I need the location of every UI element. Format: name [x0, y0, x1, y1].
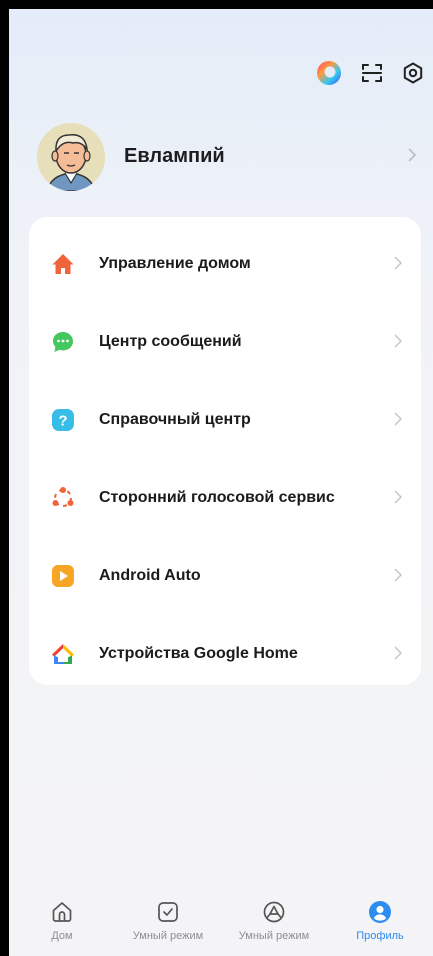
google-home-icon	[51, 642, 75, 666]
chevron-right-icon	[407, 147, 417, 168]
header-actions	[293, 59, 433, 99]
tab-smart-mode-automation[interactable]: Умный режим	[221, 900, 327, 956]
screen: Евлампий Управление домом Центр сообщени…	[9, 9, 433, 956]
assistant-logo-icon[interactable]	[315, 59, 343, 87]
help-icon: ?	[51, 408, 75, 432]
checkbox-icon	[158, 902, 178, 922]
avatar[interactable]	[37, 123, 105, 191]
chevron-right-icon	[393, 255, 403, 276]
tab-label: Умный режим	[238, 930, 310, 942]
menu-item-help-center[interactable]: ? Справочный центр	[29, 381, 421, 459]
tab-smart-mode[interactable]: Умный режим	[115, 900, 221, 956]
menu-item-label: Android Auto	[99, 567, 201, 584]
settings-icon[interactable]	[399, 59, 427, 87]
tab-profile[interactable]: Профиль	[327, 900, 433, 956]
chevron-right-icon	[393, 411, 403, 432]
bottom-tab-bar: Дом Умный режим Умный режим Профиль	[9, 896, 433, 956]
home-outline-icon	[52, 902, 72, 922]
automation-icon	[263, 901, 285, 923]
chevron-right-icon	[393, 333, 403, 354]
menu-item-voice-service[interactable]: Сторонний голосовой сервис	[29, 459, 421, 537]
scan-icon[interactable]	[358, 59, 386, 87]
svg-text:?: ?	[58, 413, 67, 430]
chevron-right-icon	[393, 645, 403, 666]
chevron-right-icon	[393, 567, 403, 588]
menu-item-label: Центр сообщений	[99, 333, 242, 350]
tab-label: Профиль	[356, 930, 404, 942]
menu-item-google-home[interactable]: Устройства Google Home	[29, 615, 421, 693]
tab-label: Дом	[51, 930, 73, 942]
menu-item-label: Сторонний голосовой сервис	[99, 489, 335, 506]
profile-header[interactable]: Евлампий	[37, 115, 433, 195]
voice-service-icon	[51, 486, 75, 510]
tab-label: Умный режим	[132, 930, 204, 942]
chevron-right-icon	[393, 489, 403, 510]
menu-item-home-management[interactable]: Управление домом	[29, 225, 421, 303]
message-icon	[51, 330, 75, 354]
menu-card: Управление домом Центр сообщений ? Справ…	[29, 217, 421, 685]
user-name: Евлампий	[124, 145, 225, 167]
android-auto-icon	[51, 564, 75, 588]
menu-item-label: Справочный центр	[99, 411, 251, 428]
menu-item-android-auto[interactable]: Android Auto	[29, 537, 421, 615]
menu-item-label: Управление домом	[99, 255, 251, 272]
tab-home[interactable]: Дом	[9, 900, 115, 956]
profile-icon	[369, 901, 391, 923]
menu-item-message-center[interactable]: Центр сообщений	[29, 303, 421, 381]
home-icon	[51, 252, 75, 276]
menu-item-label: Устройства Google Home	[99, 645, 298, 662]
